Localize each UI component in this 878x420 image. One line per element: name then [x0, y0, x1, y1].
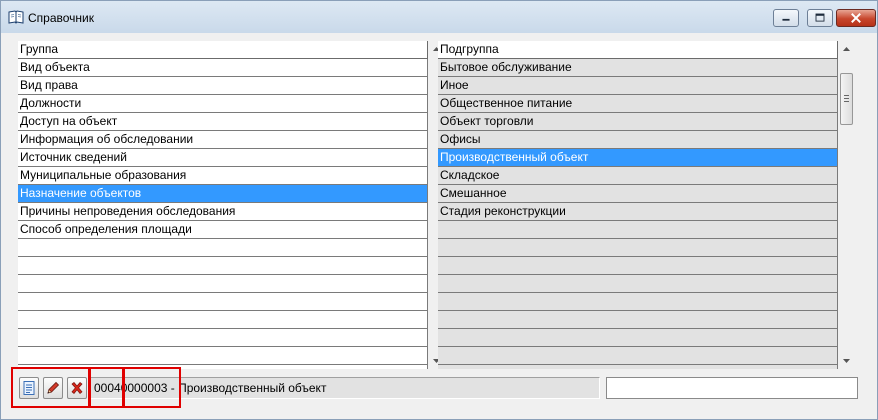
- subgroup-list-empty-row[interactable]: [438, 293, 838, 311]
- maximize-icon: [815, 13, 825, 22]
- subgroup-list-empty-row[interactable]: [438, 365, 838, 369]
- group-list-item[interactable]: Информация об обследовании: [18, 131, 428, 149]
- group-list-item[interactable]: Вид объекта: [18, 59, 428, 77]
- red-x-icon: [71, 382, 83, 394]
- group-list-empty-row[interactable]: [18, 365, 428, 369]
- scroll-grip-line: [844, 101, 849, 102]
- group-list-item[interactable]: Способ определения площади: [18, 221, 428, 239]
- subgroup-list-header[interactable]: Подгруппа: [438, 41, 838, 59]
- subgroup-list[interactable]: Подгруппа Бытовое обслуживание Иное Общест…: [438, 41, 838, 369]
- triangle-down-icon: [843, 359, 850, 363]
- view-record-button[interactable]: [19, 377, 39, 399]
- subgroup-list-empty-row[interactable]: [438, 239, 838, 257]
- search-input[interactable]: [606, 377, 858, 399]
- close-icon: [851, 13, 861, 23]
- group-list-empty-row[interactable]: [18, 347, 428, 365]
- subgroup-list-empty-row[interactable]: [438, 329, 838, 347]
- pencil-icon: [47, 381, 60, 394]
- reference-window: Справочник Группа Вид объекта Вид права До…: [0, 0, 878, 420]
- subgroup-list-item[interactable]: Иное: [438, 77, 838, 95]
- scroll-up-button[interactable]: [838, 41, 855, 58]
- delete-record-button[interactable]: [67, 377, 87, 399]
- subgroup-list-empty-row[interactable]: [438, 221, 838, 239]
- document-list-icon: [23, 381, 35, 395]
- subgroup-list-item[interactable]: Производственный объект: [438, 149, 838, 167]
- group-list-item[interactable]: Вид права: [18, 77, 428, 95]
- subgroup-list-empty-row[interactable]: [438, 311, 838, 329]
- subgroup-list-item[interactable]: Офисы: [438, 131, 838, 149]
- subgroup-list-empty-row[interactable]: [438, 347, 838, 365]
- book-icon: [8, 10, 24, 24]
- group-list-empty-row[interactable]: [18, 329, 428, 347]
- title-bar[interactable]: Справочник: [1, 1, 877, 33]
- scroll-grip-line: [844, 95, 849, 96]
- group-list[interactable]: Группа Вид объекта Вид права Должности Дост…: [18, 41, 428, 369]
- subgroup-list-rows: Бытовое обслуживание Иное Общественное пит…: [438, 59, 838, 369]
- subgroup-list-item[interactable]: Бытовое обслуживание: [438, 59, 838, 77]
- group-list-empty-row[interactable]: [18, 293, 428, 311]
- scroll-grip-line: [844, 98, 849, 99]
- minimize-button[interactable]: [773, 9, 799, 27]
- group-list-item[interactable]: Причины непроведения обследования: [18, 203, 428, 221]
- group-list-empty-row[interactable]: [18, 239, 428, 257]
- minimize-icon: [782, 18, 790, 21]
- scroll-thumb[interactable]: [840, 73, 853, 125]
- subgroup-list-empty-row[interactable]: [438, 257, 838, 275]
- group-list-rows: Вид объекта Вид права Должности Доступ на о…: [18, 59, 428, 369]
- group-list-item[interactable]: Доступ на объект: [18, 113, 428, 131]
- group-list-item[interactable]: Назначение объектов: [18, 185, 428, 203]
- maximize-button[interactable]: [807, 9, 833, 27]
- close-button[interactable]: [836, 9, 876, 27]
- window-client-area: Группа Вид объекта Вид права Должности Дост…: [10, 33, 870, 412]
- group-list-header[interactable]: Группа: [18, 41, 428, 59]
- subgroup-list-item[interactable]: Общественное питание: [438, 95, 838, 113]
- group-list-item[interactable]: Муниципальные образования: [18, 167, 428, 185]
- group-list-item[interactable]: Источник сведений: [18, 149, 428, 167]
- group-list-item[interactable]: Должности: [18, 95, 428, 113]
- triangle-up-icon: [843, 47, 850, 51]
- scroll-down-button[interactable]: [838, 352, 855, 369]
- subgroup-list-item[interactable]: Складское: [438, 167, 838, 185]
- group-list-empty-row[interactable]: [18, 257, 428, 275]
- subgroup-list-item[interactable]: Стадия реконструкции: [438, 203, 838, 221]
- group-list-empty-row[interactable]: [18, 311, 428, 329]
- window-title: Справочник: [28, 11, 94, 25]
- edit-record-button[interactable]: [43, 377, 63, 399]
- subgroup-list-empty-row[interactable]: [438, 275, 838, 293]
- subgroup-list-scrollbar[interactable]: [838, 41, 855, 369]
- subgroup-list-item[interactable]: Смешанное: [438, 185, 838, 203]
- selected-record-code: 00040000003 - Производственный объект: [89, 377, 600, 399]
- group-list-empty-row[interactable]: [18, 275, 428, 293]
- subgroup-list-item[interactable]: Объект торговли: [438, 113, 838, 131]
